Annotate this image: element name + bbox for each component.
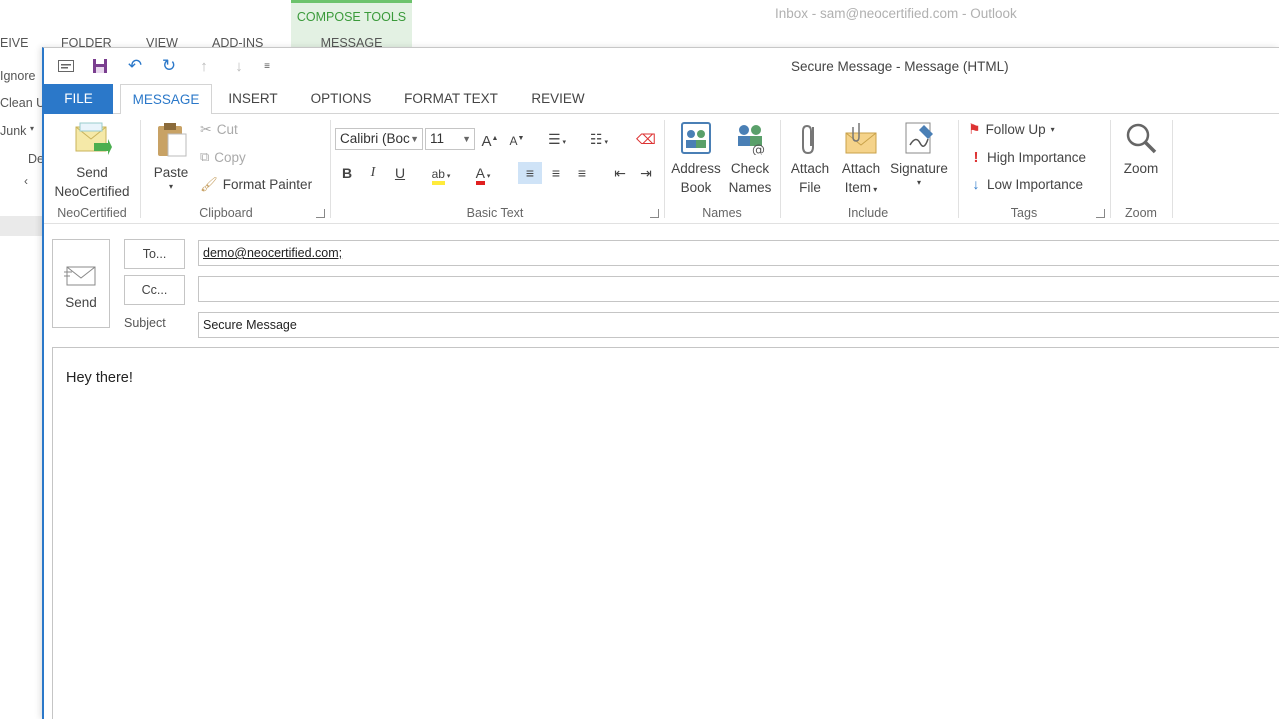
ribbon: Send NeoCertified NeoCertified Paste ▾ ✂… <box>44 114 1279 224</box>
cc-field[interactable] <box>198 276 1279 302</box>
ribbon-tabs: FILE MESSAGE INSERT OPTIONS FORMAT TEXT … <box>44 84 1279 115</box>
zoom-button[interactable]: Zoom <box>1114 121 1168 178</box>
group-clipboard-label: Clipboard <box>199 206 253 220</box>
basic-text-launcher-icon[interactable] <box>650 209 659 218</box>
chevron-down-icon: ▼ <box>462 134 471 144</box>
cc-button[interactable]: Cc... <box>124 275 185 305</box>
address-book-icon <box>681 122 711 154</box>
group-tags-label: Tags <box>1010 206 1038 220</box>
attach-file-button[interactable]: Attach File <box>784 121 836 197</box>
window-title: Secure Message - Message (HTML) <box>791 59 1009 74</box>
customize-toolbar-icon[interactable]: ≡ <box>257 56 277 76</box>
group-names-label: Names <box>702 206 742 220</box>
check-names-button[interactable]: @ Check Names <box>724 121 776 197</box>
tab-options[interactable]: OPTIONS <box>300 84 382 114</box>
bg-selection-band <box>0 216 42 236</box>
recipient-chip[interactable]: demo@neocertified.com; <box>203 246 342 260</box>
undo-icon[interactable]: ↶ <box>125 56 145 76</box>
bg-junk[interactable]: Junk <box>0 124 26 138</box>
signature-icon <box>905 122 933 154</box>
decrease-indent-icon[interactable]: ⇤ <box>608 162 632 184</box>
redo-icon[interactable]: ↻ <box>159 56 179 76</box>
compose-window: ↶ ↻ ↑ ↓ ≡ Secure Message - Message (HTML… <box>42 47 1279 719</box>
group-include-label: Include <box>847 206 889 220</box>
send-envelope-icon <box>64 266 96 286</box>
exclamation-icon: ! <box>973 149 979 166</box>
bg-collapse-icon[interactable]: ‹ <box>24 174 28 188</box>
background-window-title: Inbox - sam@neocertified.com - Outlook <box>775 6 1017 21</box>
format-painter-button[interactable]: 🖌 Format Painter <box>200 176 312 193</box>
copy-icon: ⧉ <box>200 149 210 164</box>
message-body-text: Hey there! <box>66 370 133 386</box>
tab-message[interactable]: MESSAGE <box>120 84 212 115</box>
tab-format-text[interactable]: FORMAT TEXT <box>396 84 506 114</box>
tab-review[interactable]: REVIEW <box>522 84 594 114</box>
clipboard-launcher-icon[interactable] <box>316 209 325 218</box>
bold-button[interactable]: B <box>337 162 357 184</box>
format-painter-icon: 🖌 <box>200 176 218 192</box>
align-right-icon[interactable]: ≡ <box>570 162 594 184</box>
background-titlebar: COMPOSE TOOLS Inbox - sam@neocertified.c… <box>0 0 1279 30</box>
group-zoom-label: Zoom <box>1125 206 1157 220</box>
compose-tools-label: COMPOSE TOOLS <box>291 0 412 30</box>
follow-up-button[interactable]: ⚑ Follow Up ▾ <box>968 121 1055 138</box>
tags-launcher-icon[interactable] <box>1096 209 1105 218</box>
align-center-icon[interactable]: ≡ <box>544 162 568 184</box>
bg-ignore[interactable]: Ignore <box>0 69 35 83</box>
increase-indent-icon[interactable]: ⇥ <box>634 162 658 184</box>
font-color-icon[interactable]: A ▾ <box>468 162 498 185</box>
shrink-font-icon[interactable]: A▼ <box>507 128 527 150</box>
highlight-icon[interactable]: ab ▾ <box>426 162 456 185</box>
subject-field[interactable]: Secure Message <box>198 312 1279 338</box>
send-button[interactable]: Send <box>52 239 110 328</box>
chevron-down-icon: ▼ <box>410 134 419 144</box>
save-icon[interactable] <box>90 56 110 76</box>
subject-label: Subject <box>124 316 166 330</box>
italic-button[interactable]: I <box>363 162 383 184</box>
scissors-icon: ✂ <box>200 121 212 137</box>
copy-button[interactable]: ⧉ Copy <box>200 149 246 165</box>
send-neocertified-button[interactable]: Send NeoCertified <box>48 121 136 201</box>
grow-font-icon[interactable]: A▲ <box>480 128 500 150</box>
previous-item-icon[interactable]: ↑ <box>194 56 214 76</box>
paste-icon <box>158 123 187 157</box>
cut-button[interactable]: ✂ Cut <box>200 121 238 138</box>
bg-clean-up[interactable]: Clean U <box>0 96 45 110</box>
quick-access-toolbar: ↶ ↻ ↑ ↓ ≡ Secure Message - Message (HTML… <box>44 48 1279 84</box>
to-button[interactable]: To... <box>124 239 185 269</box>
group-neocertified-label: NeoCertified <box>57 206 127 220</box>
arrow-down-icon: ↓ <box>972 176 980 192</box>
attach-item-button[interactable]: Attach Item ▾ <box>836 121 886 199</box>
group-basic-text-label: Basic Text <box>466 206 524 220</box>
next-item-icon[interactable]: ↓ <box>229 56 249 76</box>
font-size-dropdown[interactable]: 11 ▼ <box>425 128 475 150</box>
address-book-button[interactable]: Address Book <box>668 121 724 197</box>
attach-item-icon <box>845 123 877 154</box>
bg-tab-receive[interactable]: EIVE <box>0 36 29 50</box>
svg-text:@: @ <box>752 143 765 155</box>
numbering-icon[interactable]: ☷ ▾ <box>584 128 614 150</box>
clear-formatting-icon[interactable]: ⌫ <box>636 128 656 150</box>
tab-file[interactable]: FILE <box>44 84 113 114</box>
magnifier-icon <box>1126 123 1157 154</box>
flag-icon: ⚑ <box>968 121 981 137</box>
message-body[interactable]: Hey there! <box>52 347 1279 719</box>
low-importance-button[interactable]: ↓ Low Importance <box>970 176 1084 192</box>
underline-button[interactable]: U <box>390 162 410 184</box>
font-name-dropdown[interactable]: Calibri (Boc ▼ <box>335 128 423 150</box>
bullets-icon[interactable]: ☰ ▾ <box>542 128 572 150</box>
check-names-icon: @ <box>738 125 765 155</box>
paperclip-icon <box>802 124 814 155</box>
to-field[interactable]: demo@neocertified.com; <box>198 240 1279 266</box>
tab-insert[interactable]: INSERT <box>220 84 286 114</box>
signature-button[interactable]: Signature ▾ <box>886 121 952 188</box>
paste-button[interactable]: Paste ▾ <box>148 121 194 192</box>
window-menu-icon[interactable] <box>56 56 76 76</box>
background-left-pane: Ignore Clean U Junk ▾ De ‹ <box>0 50 45 719</box>
high-importance-button[interactable]: ! High Importance <box>970 149 1087 166</box>
align-left-icon[interactable]: ≡ <box>518 162 542 184</box>
neocertified-send-icon <box>75 122 112 155</box>
